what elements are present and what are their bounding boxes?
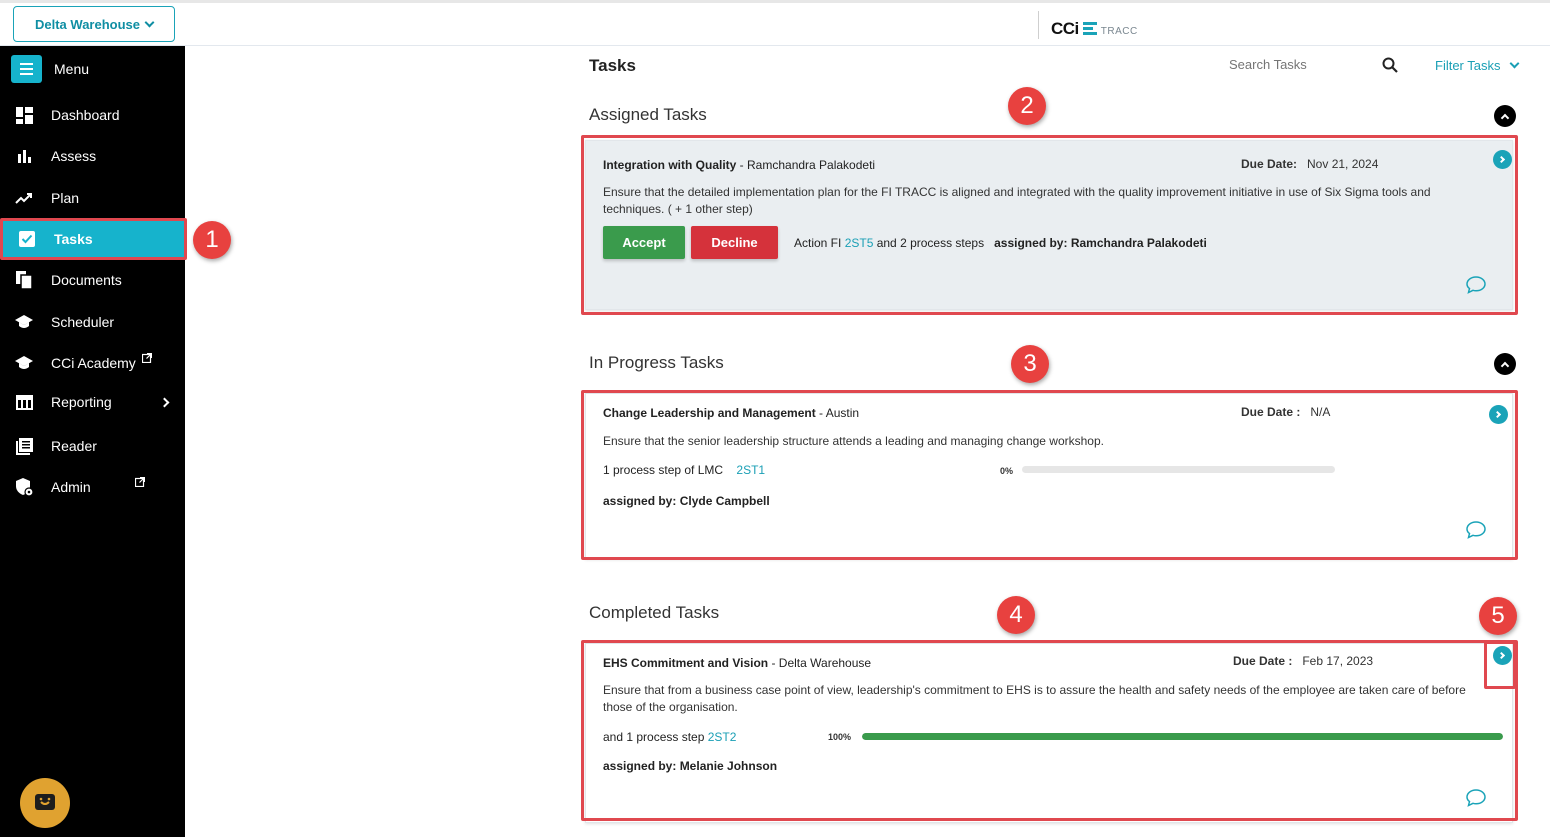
search-input[interactable]	[1229, 57, 1389, 72]
workspace-label: Delta Warehouse	[35, 16, 140, 32]
external-link-icon	[141, 352, 152, 366]
in-progress-tasks-title: In Progress Tasks	[589, 353, 724, 372]
academy-icon	[15, 354, 33, 372]
annotation-highlight-in-progress	[581, 390, 1518, 560]
trend-icon	[15, 189, 33, 207]
collapse-in-progress-button[interactable]	[1494, 353, 1516, 375]
logo-main-text: CCi	[1051, 19, 1079, 38]
annotation-badge-3: 3	[1011, 345, 1049, 383]
logo-sub-text: TRACC	[1100, 26, 1138, 37]
cci-tracc-logo: CCi TRACC	[1038, 11, 1138, 39]
sidebar: Menu Dashboard Assess Plan Tasks Documen…	[0, 46, 185, 837]
sidebar-item-label: Plan	[51, 190, 80, 206]
chevron-down-icon	[144, 17, 155, 27]
annotation-highlight-tasks	[0, 218, 187, 260]
sidebar-item-label: Reader	[51, 438, 97, 454]
table-icon	[15, 393, 33, 411]
filter-label: Filter Tasks	[1435, 58, 1501, 73]
sidebar-item-label: Reporting	[51, 394, 112, 410]
bar-chart-icon	[15, 147, 33, 165]
sidebar-item-scheduler[interactable]: Scheduler	[0, 303, 185, 341]
collapse-assigned-button[interactable]	[1494, 105, 1516, 127]
external-link-icon	[134, 476, 145, 490]
sidebar-item-label: Dashboard	[51, 107, 120, 123]
reader-icon	[15, 437, 33, 455]
page-title: Tasks	[589, 56, 636, 75]
hamburger-icon[interactable]	[11, 55, 42, 83]
chevron-right-icon	[159, 397, 170, 407]
dashboard-icon	[15, 106, 33, 124]
menu-toggle[interactable]: Menu	[11, 55, 89, 83]
annotation-badge-5: 5	[1479, 597, 1517, 635]
documents-icon	[15, 271, 33, 289]
workspace-selector[interactable]: Delta Warehouse	[13, 6, 175, 42]
chevron-down-icon	[1509, 58, 1519, 69]
sidebar-item-label: Documents	[51, 272, 122, 288]
sidebar-item-label: CCi Academy	[51, 355, 136, 371]
sidebar-item-label: Admin	[51, 479, 91, 495]
sidebar-item-reporting[interactable]: Reporting	[0, 383, 185, 421]
annotation-highlight-open-button	[1484, 641, 1516, 689]
menu-label: Menu	[54, 61, 90, 77]
sidebar-item-label: Assess	[51, 148, 97, 164]
chat-widget-button[interactable]	[20, 778, 70, 828]
chevron-up-icon	[1500, 361, 1510, 370]
filter-tasks-dropdown[interactable]: Filter Tasks	[1435, 58, 1519, 73]
chevron-up-icon	[1500, 113, 1510, 122]
scheduler-icon	[15, 313, 33, 331]
annotation-badge-2: 2	[1008, 87, 1046, 125]
annotation-badge-4: 4	[997, 596, 1035, 634]
sidebar-item-assess[interactable]: Assess	[0, 137, 185, 175]
top-bar: Delta Warehouse CCi TRACC	[0, 0, 1550, 46]
completed-tasks-title: Completed Tasks	[589, 603, 720, 622]
annotation-highlight-completed	[581, 640, 1518, 821]
sidebar-item-dashboard[interactable]: Dashboard	[0, 96, 185, 134]
sidebar-item-cci-academy[interactable]: CCi Academy	[0, 344, 185, 382]
chat-face-icon	[35, 794, 55, 810]
sidebar-item-admin[interactable]: Admin	[0, 468, 185, 506]
logo-bars-icon	[1082, 22, 1097, 35]
sidebar-item-documents[interactable]: Documents	[0, 261, 185, 299]
admin-shield-icon	[15, 478, 33, 496]
sidebar-item-plan[interactable]: Plan	[0, 179, 185, 217]
sidebar-item-reader[interactable]: Reader	[0, 427, 185, 465]
search-icon[interactable]	[1382, 57, 1398, 73]
annotation-highlight-assigned	[581, 135, 1518, 315]
assigned-tasks-title: Assigned Tasks	[589, 105, 707, 124]
sidebar-item-label: Scheduler	[51, 314, 115, 330]
